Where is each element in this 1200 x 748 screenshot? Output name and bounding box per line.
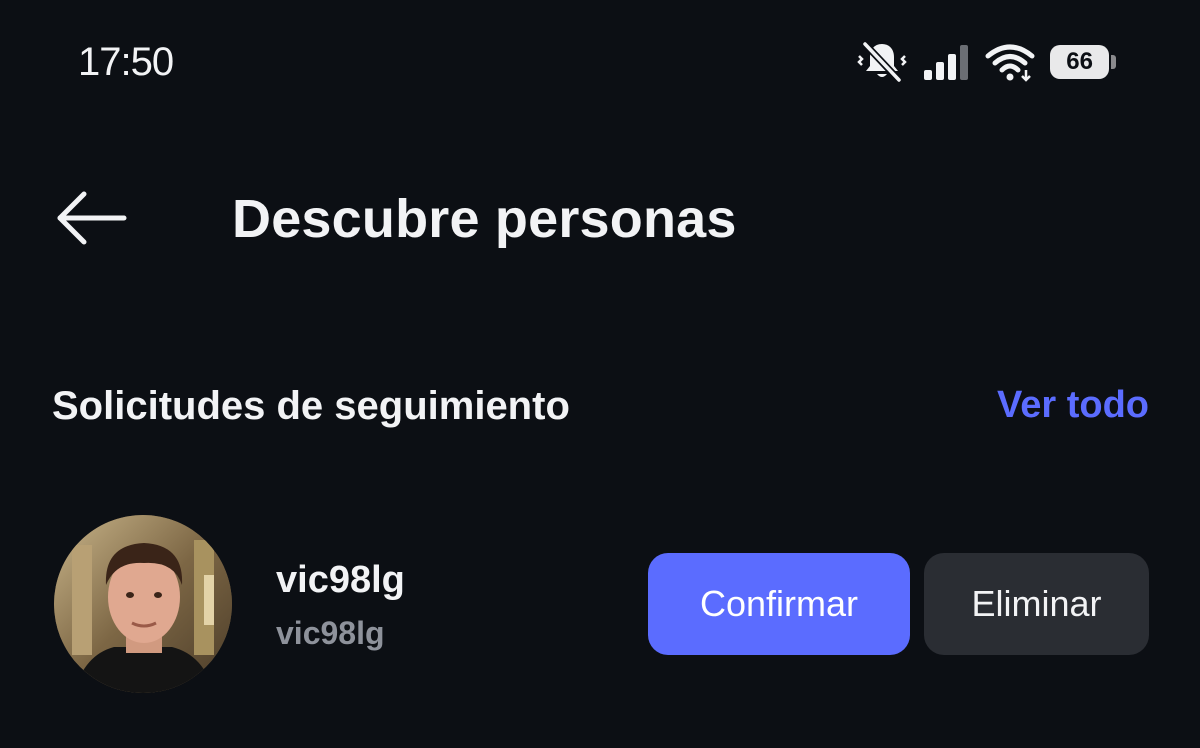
- page-title: Descubre personas: [232, 189, 737, 249]
- battery-cap: [1111, 55, 1116, 69]
- battery-level: 66: [1050, 45, 1110, 79]
- confirm-button[interactable]: Confirmar: [648, 553, 910, 655]
- arrow-left-icon: [54, 191, 128, 250]
- status-bar: 17:50 66: [0, 0, 1200, 130]
- wifi-icon: [984, 42, 1036, 82]
- section-header: Solicitudes de seguimiento Ver todo: [0, 378, 1200, 442]
- bell-muted-icon: [856, 40, 908, 84]
- status-time: 17:50: [78, 40, 174, 84]
- battery-icon: 66: [1050, 43, 1116, 81]
- back-button[interactable]: [46, 188, 136, 252]
- request-username: vic98lg: [276, 559, 405, 601]
- section-title: Solicitudes de seguimiento: [52, 384, 570, 428]
- signal-icon: [922, 42, 970, 82]
- follow-request-row: vic98lg vic98lg Confirmar Eliminar: [0, 515, 1200, 695]
- request-handle: vic98lg: [276, 615, 385, 651]
- see-all-link[interactable]: Ver todo: [997, 384, 1149, 427]
- delete-button[interactable]: Eliminar: [924, 553, 1149, 655]
- status-icons: 66: [856, 40, 1116, 84]
- avatar[interactable]: [54, 515, 232, 693]
- header: Descubre personas: [0, 160, 1200, 280]
